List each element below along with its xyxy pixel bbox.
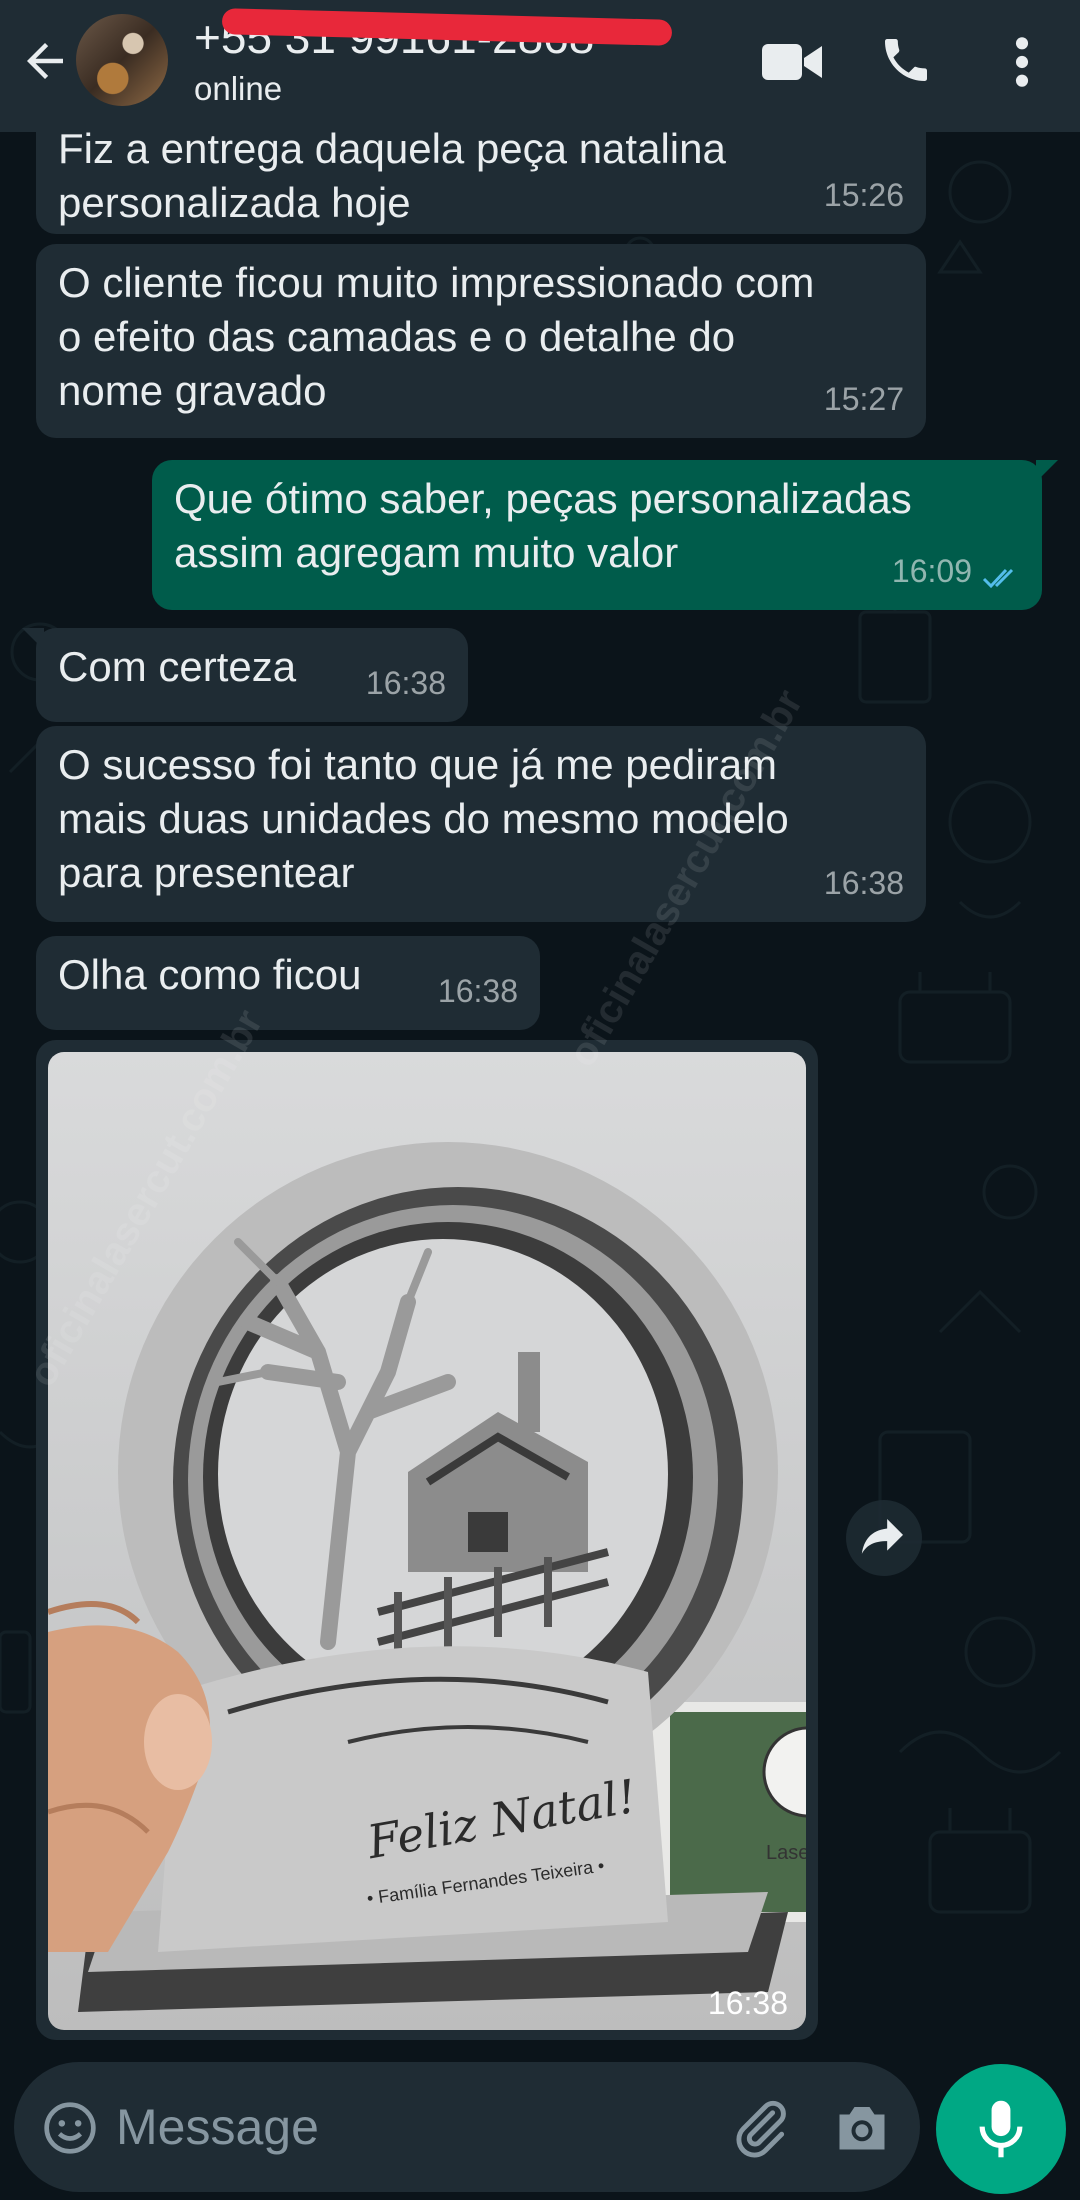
message-time: 16:38 [365, 665, 446, 701]
message-text: nome gravado [58, 367, 327, 414]
camera-icon[interactable] [832, 2098, 892, 2156]
double-check-read-icon [982, 568, 1014, 589]
video-call-icon[interactable] [760, 38, 824, 86]
message-time: 16:38 [437, 973, 518, 1009]
microphone-icon [979, 2100, 1023, 2158]
avatar[interactable] [76, 14, 168, 106]
emoji-icon[interactable] [42, 2100, 98, 2156]
message-bubble-incoming[interactable]: O cliente ficou muito impressionado com … [36, 244, 926, 438]
phone-icon[interactable] [878, 32, 934, 88]
message-text: para presentear [58, 849, 355, 896]
contact-status: online [194, 70, 283, 107]
voice-record-button[interactable] [936, 2064, 1066, 2194]
message-text: o efeito das camadas e o detalhe do [58, 313, 736, 360]
paperclip-icon[interactable] [730, 2096, 792, 2158]
message-time: 16:38 [823, 865, 904, 901]
forward-arrow-icon [861, 1519, 903, 1554]
more-vertical-icon[interactable] [1004, 34, 1040, 90]
message-time: 15:27 [823, 381, 904, 417]
chat-header: +55 31 99161-2868 online [0, 0, 1080, 132]
message-input[interactable]: Message [116, 2098, 319, 2156]
message-time: 15:26 [823, 177, 904, 213]
message-bubble-outgoing[interactable]: Que ótimo saber, peças personalizadas as… [152, 460, 1058, 610]
bubble-tail [22, 628, 44, 650]
message-text: O cliente ficou muito impressionado com [58, 259, 815, 306]
message-bubble-incoming[interactable]: Olha como ficou 16:38 [36, 936, 540, 1030]
bubble-tail [1036, 460, 1058, 482]
card-text: Laser [766, 1842, 806, 1864]
message-input-bar[interactable]: Message [14, 2062, 920, 2192]
message-time: 16:38 [707, 1985, 788, 2021]
message-bubble-incoming[interactable]: Fiz a entrega daquela peça natalina pers… [36, 132, 926, 234]
arrow-left-icon[interactable] [18, 34, 72, 88]
message-time: 16:09 [891, 553, 972, 589]
message-text: Que ótimo saber, peças personalizadas [174, 475, 912, 522]
chat-area[interactable]: Fiz a entrega daquela peça natalina pers… [0, 132, 1080, 2062]
message-text: Fiz a entrega daquela peça natalina [58, 132, 726, 172]
message-text: mais duas unidades do mesmo modelo [58, 795, 789, 842]
message-text: personalizada hoje [58, 179, 411, 226]
message-bubble-incoming[interactable]: O sucesso foi tanto que já me pediram ma… [36, 726, 926, 922]
forward-button[interactable] [846, 1500, 922, 1576]
message-bubble-incoming[interactable]: Com certeza 16:38 [22, 628, 468, 722]
